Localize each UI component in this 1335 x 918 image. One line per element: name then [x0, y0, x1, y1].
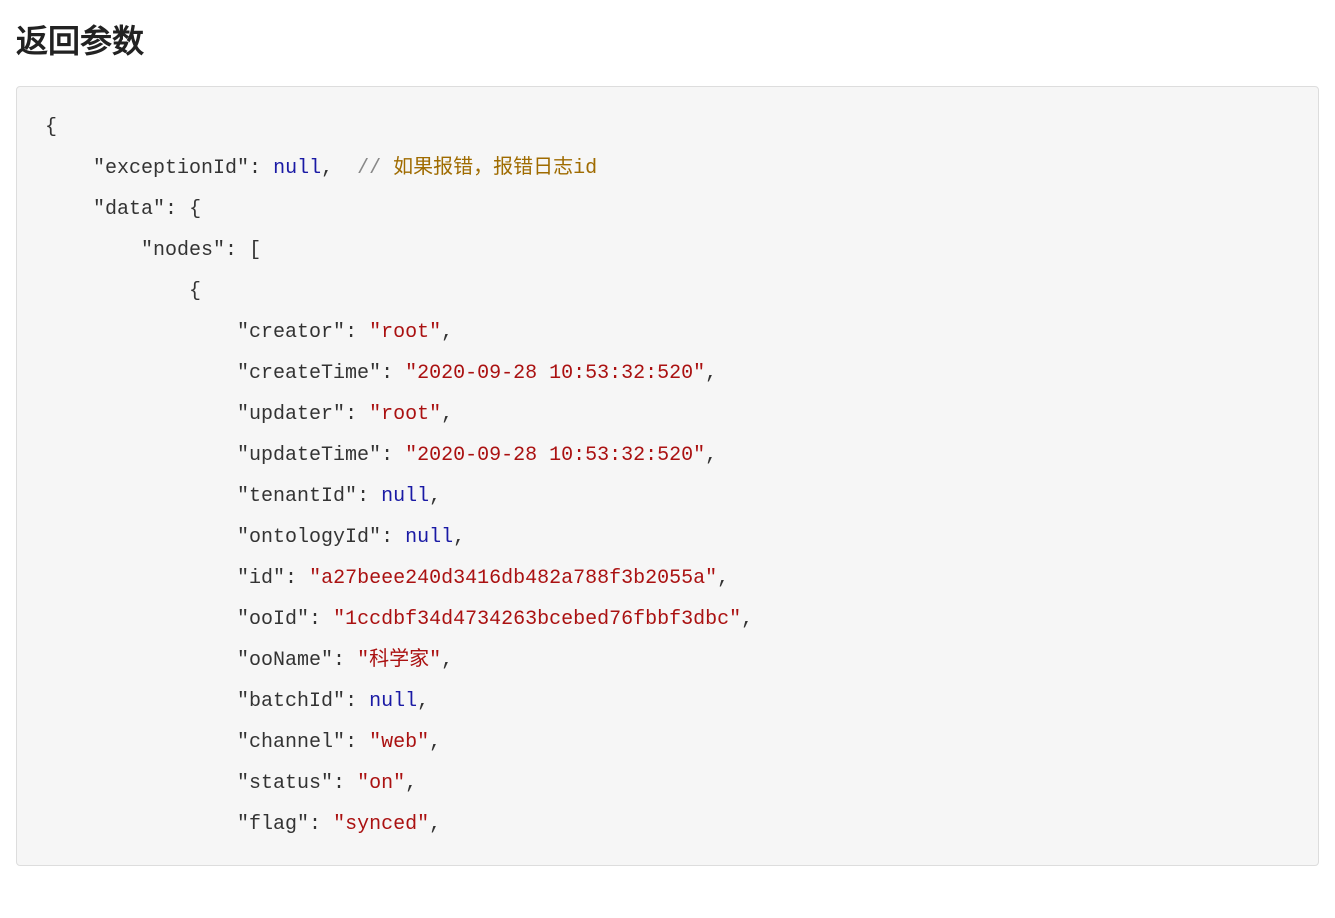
code-block: { "exceptionId": null, // 如果报错，报错日志id "d… [16, 86, 1319, 866]
code-content: { "exceptionId": null, // 如果报错，报错日志id "d… [45, 116, 753, 836]
section-heading: 返回参数 [16, 16, 1319, 62]
